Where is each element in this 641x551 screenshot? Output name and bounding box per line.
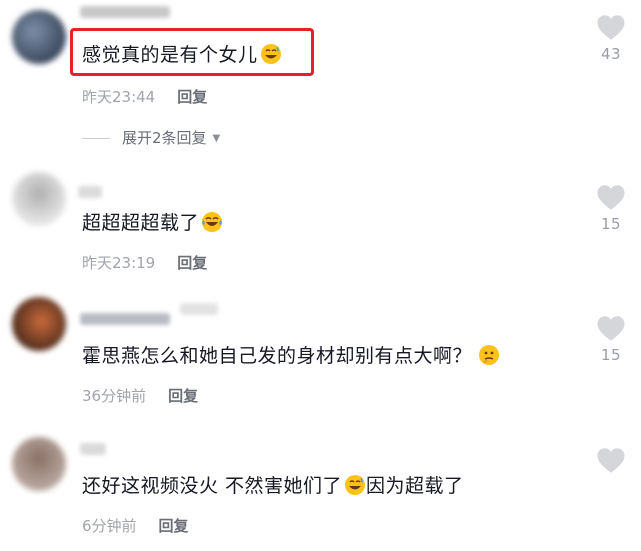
comment-text-body: 还好这视频没火 不然害她们了 xyxy=(82,475,343,497)
reply-button[interactable]: 回复 xyxy=(159,517,189,535)
tears-of-joy-icon xyxy=(202,212,223,232)
like-count: 43 xyxy=(600,45,622,63)
comment-time: 昨天23:19 xyxy=(82,254,156,272)
thinking-face-icon xyxy=(479,345,500,365)
comment-meta: 6分钟前 回复 xyxy=(82,515,189,536)
heart-icon xyxy=(597,448,625,473)
avatar[interactable] xyxy=(12,172,66,226)
comment-time: 36分钟前 xyxy=(82,387,147,405)
grinning-face-with-sweat-icon xyxy=(260,44,281,64)
username-blurred[interactable] xyxy=(80,313,170,325)
like-count: 15 xyxy=(600,346,622,364)
expand-replies[interactable]: 展开2条回复 ▼ xyxy=(82,127,220,148)
comment-meta: 昨天23:19 回复 xyxy=(82,252,207,273)
reply-button[interactable]: 回复 xyxy=(177,88,207,106)
username-blurred[interactable] xyxy=(180,303,218,315)
reply-button[interactable]: 回复 xyxy=(168,387,198,405)
like-button[interactable]: 15 xyxy=(594,184,628,233)
grinning-face-with-sweat-icon xyxy=(345,475,366,495)
comment-text-body: 霍思燕怎么和她自己发的身材却别有点大啊？ xyxy=(82,345,473,367)
heart-icon xyxy=(597,185,625,210)
like-button[interactable] xyxy=(594,447,628,478)
comment-text-body: 超超超超载了 xyxy=(82,212,200,234)
divider xyxy=(82,138,110,139)
avatar[interactable] xyxy=(12,437,66,491)
comment-text: 霍思燕怎么和她自己发的身材却别有点大啊？ xyxy=(82,341,500,368)
username-blurred[interactable] xyxy=(80,443,106,455)
like-count: 15 xyxy=(600,215,622,233)
comment-time: 6分钟前 xyxy=(82,517,137,535)
caret-down-icon: ▼ xyxy=(212,133,221,144)
comment-item-3: 霍思燕怎么和她自己发的身材却别有点大啊？ 36分钟前 回复 15 xyxy=(0,285,641,425)
like-button[interactable]: 43 xyxy=(594,14,628,63)
comment-text-body: 感觉真的是有个女儿 xyxy=(82,44,258,66)
comment-item-1: 感觉真的是有个女儿 昨天23:44 回复 展开2条回复 ▼ 43 xyxy=(0,0,641,160)
username-blurred[interactable] xyxy=(80,6,170,18)
comment-text: 还好这视频没火 不然害她们了 因为超载了 xyxy=(82,471,464,498)
comment-meta: 昨天23:44 回复 xyxy=(82,86,207,107)
username-blurred[interactable] xyxy=(78,186,102,198)
avatar[interactable] xyxy=(12,10,66,64)
heart-icon xyxy=(597,316,625,341)
comment-text-suffix: 因为超载了 xyxy=(366,475,464,497)
reply-button[interactable]: 回复 xyxy=(177,254,207,272)
comment-item-4: 还好这视频没火 不然害她们了 因为超载了 6分钟前 回复 xyxy=(0,425,641,551)
comment-text: 超超超超载了 xyxy=(82,208,223,235)
avatar[interactable] xyxy=(12,297,66,351)
comment-meta: 36分钟前 回复 xyxy=(82,385,198,406)
expand-replies-label[interactable]: 展开2条回复 xyxy=(122,129,207,147)
comment-time: 昨天23:44 xyxy=(82,88,156,106)
heart-icon xyxy=(597,15,625,40)
like-button[interactable]: 15 xyxy=(594,315,628,364)
comment-item-2: 超超超超载了 昨天23:19 回复 15 xyxy=(0,160,641,285)
comment-text: 感觉真的是有个女儿 xyxy=(82,40,282,67)
